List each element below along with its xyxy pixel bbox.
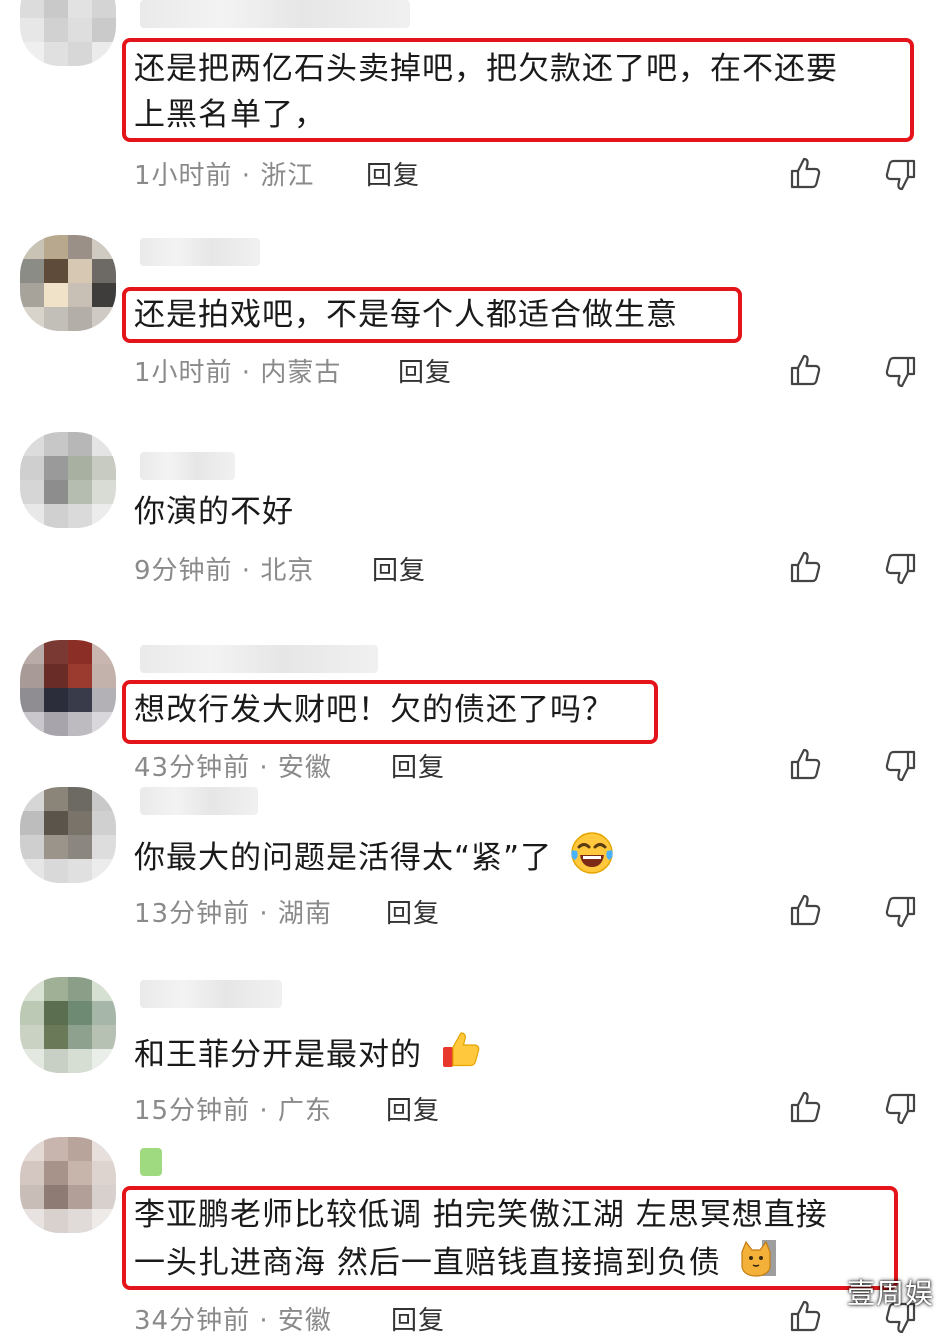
thumbs-down-outline-icon[interactable] xyxy=(882,354,918,390)
comment-text-line: 和王菲分开是最对的 xyxy=(134,1027,485,1086)
comment-text-line: 李亚鹏老师比较低调 拍完笑傲江湖 左思冥想直接 xyxy=(134,1197,828,1233)
thumbs-down-outline-icon[interactable] xyxy=(882,1091,918,1127)
reply-button[interactable]: 回复 xyxy=(398,352,452,389)
comment-time: 9分钟前 xyxy=(134,556,233,586)
comment-text: 你最大的问题是活得太“紧”了 xyxy=(134,840,553,876)
avatar[interactable] xyxy=(20,977,116,1073)
thumbs-up-outline-icon[interactable] xyxy=(788,1089,824,1125)
comment-text-line: 上黑名单了， xyxy=(134,97,326,133)
reply-button[interactable]: 回复 xyxy=(391,1300,445,1337)
meta-separator: · xyxy=(232,556,261,586)
comment-meta: 15分钟前 · 广东 xyxy=(134,1090,332,1127)
reply-button[interactable]: 回复 xyxy=(386,1090,440,1127)
cat-emoji xyxy=(738,1238,778,1291)
thumbs-down-outline-icon[interactable] xyxy=(882,157,918,193)
comment-location: 浙江 xyxy=(260,161,315,191)
watermark: 壹周娱 xyxy=(846,1277,934,1310)
comment-location: 内蒙古 xyxy=(260,358,342,388)
meta-separator: · xyxy=(250,899,278,929)
comment-text-line: 想改行发大财吧！欠的债还了吗？ xyxy=(134,692,614,728)
avatar[interactable] xyxy=(20,432,116,528)
comment-time: 15分钟前 xyxy=(134,1096,251,1126)
avatar[interactable] xyxy=(20,787,116,883)
comment-meta: 34分钟前 · 安徽 xyxy=(134,1300,332,1337)
username-blurred[interactable] xyxy=(140,238,260,266)
avatar[interactable] xyxy=(20,0,116,66)
username-blurred[interactable] xyxy=(140,980,282,1008)
thumbs-up-outline-icon[interactable] xyxy=(788,549,824,585)
comment-time: 1小时前 xyxy=(134,358,233,388)
comment-time: 1小时前 xyxy=(134,161,233,191)
comment-text-line: 你演的不好 xyxy=(134,494,294,530)
username-blurred[interactable] xyxy=(140,0,410,28)
comment-text-line: 还是把两亿石头卖掉吧，把欠款还了吧，在不还要 xyxy=(134,51,838,87)
username-blurred[interactable] xyxy=(140,645,378,673)
thumbs-up-emoji xyxy=(439,1027,485,1086)
comment-text: 一头扎进商海 然后一直赔钱直接搞到负债 xyxy=(134,1245,721,1281)
avatar[interactable] xyxy=(20,640,116,736)
comment-time: 43分钟前 xyxy=(134,753,251,783)
comment-time: 13分钟前 xyxy=(134,899,251,929)
reply-button[interactable]: 回复 xyxy=(386,893,440,930)
thumbs-up-outline-icon[interactable] xyxy=(788,892,824,928)
laughing-crying-emoji xyxy=(569,830,615,889)
meta-separator: · xyxy=(250,753,278,783)
thumbs-up-outline-icon[interactable] xyxy=(788,1298,824,1334)
comment-meta: 1小时前 · 内蒙古 xyxy=(134,352,341,389)
comment-location: 安徽 xyxy=(277,753,332,783)
reply-button[interactable]: 回复 xyxy=(391,747,445,784)
comment-meta: 1小时前 · 浙江 xyxy=(134,155,314,192)
username-blurred[interactable] xyxy=(140,1148,162,1176)
comment-text-line: 你最大的问题是活得太“紧”了 xyxy=(134,830,615,889)
comment-meta: 9分钟前 · 北京 xyxy=(134,550,314,587)
meta-separator: · xyxy=(250,1096,278,1126)
reply-button[interactable]: 回复 xyxy=(372,550,426,587)
meta-separator: · xyxy=(232,358,261,388)
thumbs-up-outline-icon[interactable] xyxy=(788,155,824,191)
comment-text-line: 一头扎进商海 然后一直赔钱直接搞到负债 xyxy=(134,1238,778,1291)
comment-meta: 13分钟前 · 湖南 xyxy=(134,893,332,930)
username-blurred[interactable] xyxy=(140,787,258,815)
thumbs-up-outline-icon[interactable] xyxy=(788,746,824,782)
comment-location: 北京 xyxy=(260,556,315,586)
reply-button[interactable]: 回复 xyxy=(366,155,420,192)
thumbs-down-outline-icon[interactable] xyxy=(882,748,918,784)
comment-text-line: 还是拍戏吧，不是每个人都适合做生意 xyxy=(134,297,678,333)
comment-location: 广东 xyxy=(277,1096,332,1126)
meta-separator: · xyxy=(232,161,261,191)
comment-meta: 43分钟前 · 安徽 xyxy=(134,747,332,784)
username-blurred[interactable] xyxy=(140,452,235,480)
thumbs-up-outline-icon[interactable] xyxy=(788,352,824,388)
thumbs-down-outline-icon[interactable] xyxy=(882,894,918,930)
comment-text: 和王菲分开是最对的 xyxy=(134,1037,422,1073)
avatar[interactable] xyxy=(20,1137,116,1233)
thumbs-down-outline-icon[interactable] xyxy=(882,551,918,587)
comment-location: 湖南 xyxy=(277,899,332,929)
avatar[interactable] xyxy=(20,235,116,331)
